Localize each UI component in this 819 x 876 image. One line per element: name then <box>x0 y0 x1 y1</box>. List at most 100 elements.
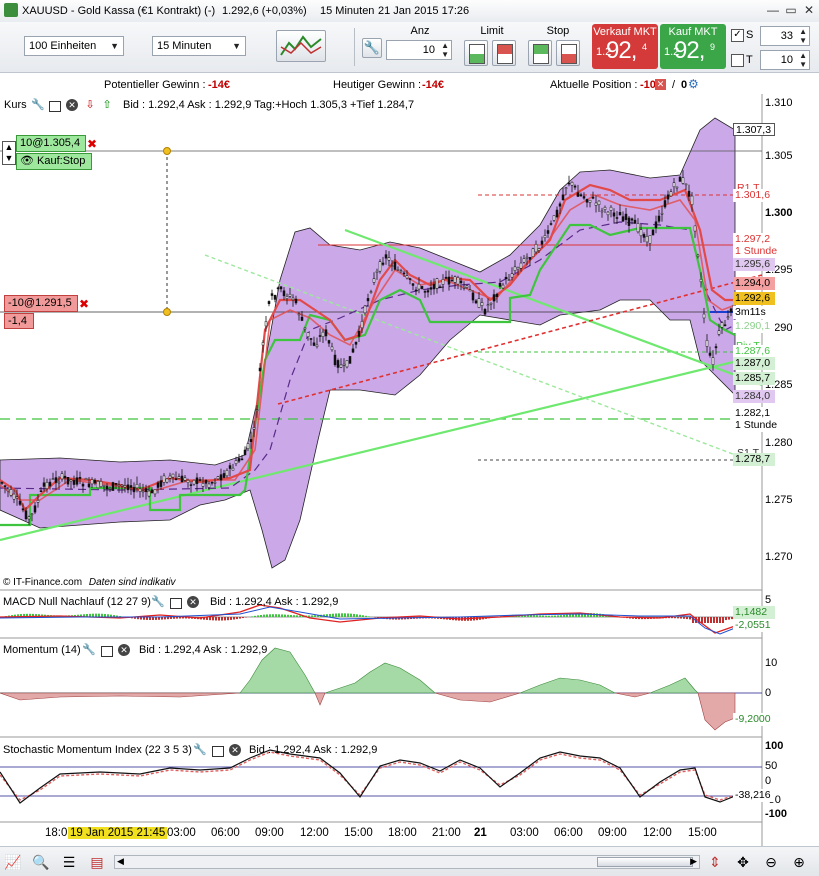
horizontal-scrollbar[interactable]: ◀ ▶ <box>114 855 700 869</box>
limit-buy-button[interactable] <box>464 40 488 66</box>
t-input[interactable]: 10▲▼ <box>760 50 810 70</box>
candle-body <box>625 214 627 220</box>
buy-market-button[interactable]: Kauf MKT 1.2 92, 9 <box>660 24 726 69</box>
interval-title: 15 Minuten <box>320 5 374 17</box>
zoom-in-icon[interactable]: ⊕ <box>790 853 808 871</box>
zoom-out-icon[interactable]: ⊖ <box>762 853 780 871</box>
macd-bar <box>725 617 727 620</box>
s-checkbox[interactable]: ✓ <box>731 29 744 42</box>
cancel-order-icon[interactable]: ✖ <box>87 139 98 150</box>
wrench-icon[interactable]: 🔧 <box>193 744 205 756</box>
macd-bar <box>548 616 550 617</box>
candle-body <box>229 466 231 469</box>
close-icon[interactable]: ✕ <box>118 644 130 656</box>
spinner-icon[interactable]: ▲▼ <box>799 51 807 69</box>
candle-body <box>631 219 633 221</box>
position-label[interactable]: -10@1.291,5 <box>4 295 78 312</box>
stop-buy-button[interactable] <box>528 40 552 66</box>
window-icon[interactable] <box>212 746 224 757</box>
macd-bar <box>212 617 214 620</box>
window-icon[interactable] <box>170 598 182 609</box>
price-pane-header: Kurs 🔧 ✕ ⇩ ⇧ Bid : 1.292,4 Ask : 1.292,9… <box>0 97 762 115</box>
candle-body <box>325 330 327 336</box>
candle-body <box>64 476 66 478</box>
candle-body <box>529 257 531 259</box>
candle-body <box>223 473 225 477</box>
close-icon[interactable]: ✕ <box>229 744 241 756</box>
window-icon[interactable] <box>101 646 113 657</box>
close-icon[interactable]: ✕ <box>187 596 199 608</box>
price-tag: 1.307,3 <box>733 123 775 136</box>
chart-tools-button[interactable] <box>276 30 326 62</box>
close-position-icon[interactable]: ✖ <box>79 299 90 310</box>
chart-trend-icon[interactable]: 📈 <box>4 853 22 871</box>
candle-body <box>715 347 717 348</box>
magnifier-icon[interactable]: 🔍 <box>32 853 50 871</box>
close-icon[interactable]: ✕ <box>66 99 78 111</box>
scroll-right-icon[interactable]: ▶ <box>690 856 697 867</box>
order-drag-handle[interactable]: ▲▼ <box>2 141 16 165</box>
macd-bar <box>701 617 703 623</box>
macd-bar <box>686 617 688 619</box>
table-icon[interactable]: ▤ <box>88 853 106 871</box>
candle-body <box>613 213 615 216</box>
spinner-icon[interactable]: ▲▼ <box>799 27 807 45</box>
gear-icon[interactable]: ⚙ <box>688 77 699 91</box>
scroll-left-icon[interactable]: ◀ <box>117 856 124 867</box>
chart-area[interactable] <box>0 94 819 846</box>
minimize-icon[interactable]: — <box>765 3 781 17</box>
buy-price-sup: 9 <box>710 42 715 52</box>
wrench-icon[interactable]: 🔧 <box>82 644 94 656</box>
candle-body <box>241 459 243 460</box>
candle-body <box>106 486 108 489</box>
close-icon[interactable]: ✕ <box>801 3 817 17</box>
maximize-icon[interactable]: ▭ <box>783 3 799 17</box>
s-input[interactable]: 33▲▼ <box>760 26 810 46</box>
anz-input[interactable]: 10▲▼ <box>386 40 452 60</box>
price-pane-title: Kurs <box>4 99 27 111</box>
fit-icon[interactable]: ✥ <box>734 853 752 871</box>
pending-order-label[interactable]: 10@1.305,4 <box>16 135 86 152</box>
scroll-thumb[interactable] <box>597 857 693 867</box>
macd-bar <box>557 615 559 617</box>
stoch-y-neg100: -100 <box>765 808 787 820</box>
candle-body <box>403 273 405 274</box>
macd-bar <box>704 617 706 623</box>
stop-sell-button[interactable] <box>556 40 580 66</box>
macd-bar <box>716 617 718 623</box>
candle-body <box>172 474 174 477</box>
arrow-down-icon[interactable]: ⇩ <box>84 99 96 111</box>
candle-body <box>346 360 348 366</box>
price-tag: 1.295,6 <box>733 258 775 271</box>
units-combo[interactable]: 100 Einheiten▼ <box>24 36 124 56</box>
candle-body <box>145 489 147 492</box>
candle-body <box>721 323 723 328</box>
close-position-icon[interactable]: ✕ <box>655 79 666 90</box>
t-checkbox[interactable] <box>731 54 744 67</box>
macd-bar <box>281 614 283 617</box>
candle-body <box>232 468 234 470</box>
candle-body <box>166 479 168 482</box>
candle-body <box>562 195 564 200</box>
list-icon[interactable]: ☰ <box>60 853 78 871</box>
settings-wrench-button[interactable]: 🔧 <box>362 38 382 58</box>
candle-body <box>706 340 708 346</box>
wrench-icon[interactable]: 🔧 <box>151 596 163 608</box>
sell-market-button[interactable]: Verkauf MKT 1.2 92, 4 <box>592 24 658 69</box>
candle-body <box>478 299 480 308</box>
candle-body <box>376 271 378 272</box>
order-type-label[interactable]: 👁 Kauf:Stop <box>16 153 92 170</box>
macd-signal-value: -2,0551 <box>733 619 775 632</box>
macd-bar <box>224 617 226 620</box>
window-icon[interactable] <box>49 101 61 112</box>
candle-body <box>142 491 144 492</box>
arrow-up-icon[interactable]: ⇧ <box>101 99 113 111</box>
limit-sell-button[interactable] <box>492 40 516 66</box>
zoom-range-icon[interactable]: ⇕ <box>706 853 724 871</box>
candle-body <box>571 182 573 185</box>
candle-body <box>412 284 414 286</box>
wrench-icon[interactable]: 🔧 <box>31 99 43 111</box>
interval-combo[interactable]: 15 Minuten▼ <box>152 36 246 56</box>
spinner-icon[interactable]: ▲▼ <box>441 41 449 59</box>
candle-body <box>475 301 477 303</box>
